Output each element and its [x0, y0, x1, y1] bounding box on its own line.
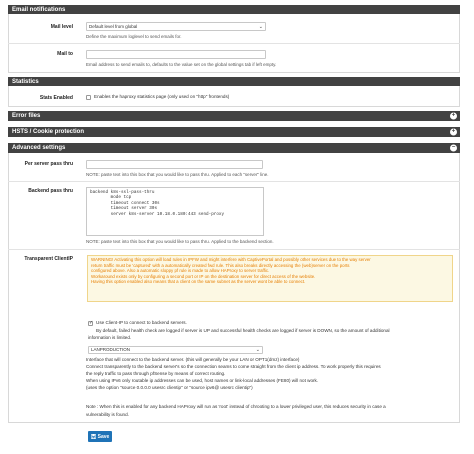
- row-divider: [8, 249, 460, 250]
- mail-to-input[interactable]: [86, 50, 266, 59]
- interface-description: Interface that will connect to the backe…: [86, 357, 300, 362]
- transparent-warning: WARNING! Activating this option will loa…: [87, 255, 453, 302]
- interface-select[interactable]: LANPRODUCTION ⌄: [88, 346, 263, 354]
- interface-description: the reply traffic to pass through pfSens…: [86, 371, 226, 376]
- error-files-header[interactable]: Error files +: [8, 111, 460, 121]
- minus-icon[interactable]: −: [450, 144, 457, 152]
- statistics-header: Statistics: [8, 77, 460, 86]
- row-divider: [8, 181, 460, 182]
- row-divider: [8, 43, 460, 44]
- per-server-label: Per server pass thru: [24, 161, 73, 167]
- interface-value: LANPRODUCTION: [91, 347, 131, 352]
- advanced-settings-title: Advanced settings: [12, 145, 66, 151]
- error-files-title: Error files: [12, 113, 41, 119]
- per-server-input[interactable]: [86, 160, 263, 169]
- chevron-down-icon: ⌄: [255, 347, 260, 353]
- plus-icon[interactable]: +: [450, 112, 457, 120]
- mail-to-help: Email address to send emails to, default…: [86, 62, 277, 67]
- stats-enabled-label: Stats Enabled: [39, 95, 73, 101]
- interface-description: Connect transparently to the backend ser…: [86, 364, 381, 369]
- stats-enabled-text: Enables the haproxy statistics page (onl…: [94, 94, 230, 99]
- floppy-icon: [90, 434, 96, 439]
- mail-level-label: Mail level: [50, 24, 73, 30]
- use-clientip-checkbox[interactable]: [88, 320, 93, 326]
- per-server-help: NOTE: paste text into this box that you …: [86, 172, 269, 177]
- email-notifications-title: Email notifications: [12, 6, 66, 13]
- save-button[interactable]: Save: [88, 431, 112, 442]
- mail-level-value: Default level from global: [89, 24, 138, 29]
- stats-enabled-checkbox[interactable]: [86, 95, 91, 100]
- statistics-panel: [8, 86, 460, 107]
- backend-pass-textarea[interactable]: backend k8s-ssl-pass-thru mode tcp timeo…: [86, 187, 264, 236]
- interface-description: When using IPv6 only routable ip address…: [86, 378, 319, 383]
- save-label: Save: [97, 433, 110, 440]
- transparent-clientip-label: Transparent ClientIP: [24, 256, 73, 262]
- email-notifications-header: Email notifications: [8, 5, 460, 14]
- mail-level-help: Define the maximum loglevel to send emai…: [86, 34, 182, 39]
- warning-line: Having this option enabled also means th…: [91, 279, 306, 285]
- default-help-line: By default, failed health check are logg…: [96, 328, 390, 333]
- chevron-down-icon: ⌄: [258, 24, 263, 30]
- statistics-title: Statistics: [12, 78, 39, 85]
- plus-icon[interactable]: +: [450, 128, 457, 136]
- mail-to-label: Mail to: [57, 51, 73, 57]
- interface-description: (uses the option "source 0.0.0.0 usesrc …: [86, 385, 253, 390]
- backend-pass-help: NOTE: paste text into this box that you …: [86, 239, 274, 244]
- root-note: vulnerability is found.: [86, 412, 129, 417]
- default-help-line: information is limited.: [88, 335, 132, 340]
- backend-pass-label: Backend pass thru: [28, 188, 73, 194]
- hsts-title: HSTS / Cookie protection: [12, 129, 85, 135]
- mail-level-select[interactable]: Default level from global ⌄: [86, 22, 266, 31]
- hsts-header[interactable]: HSTS / Cookie protection +: [8, 127, 460, 137]
- use-clientip-label: Use Client-IP to connect to backend serv…: [96, 320, 187, 325]
- advanced-settings-header[interactable]: Advanced settings −: [8, 143, 460, 153]
- root-note: Note : When this is enabled for any back…: [86, 404, 386, 409]
